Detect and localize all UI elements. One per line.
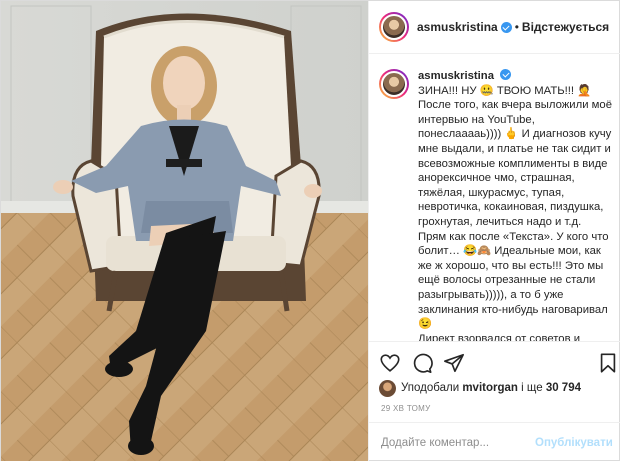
caption-body: asmuskristina ЗИНА!!! НУ 🤐 ТВОЮ МАТЬ!!! … [418,69,612,341]
caption-avatar[interactable] [379,69,409,99]
author-avatar[interactable] [379,12,409,42]
comment-input[interactable] [381,436,535,449]
publish-comment-button[interactable]: Опублікувати [535,437,613,449]
likes-suffix: і ще [521,382,543,394]
author-username[interactable]: asmuskristina [417,20,498,34]
likes-prefix: Уподобали [401,382,460,394]
liker-username[interactable]: mvitorgan [462,382,518,394]
liker-avatar[interactable] [379,379,396,397]
post-dialog: asmuskristina • Відстежується asmuskrist… [0,0,620,461]
likes-summary: Уподобали mvitorgan і ще 30 794 [379,379,581,397]
caption-verified-icon [500,69,512,80]
likes-count[interactable]: 30 794 [546,382,581,394]
post-header: asmuskristina • Відстежується [369,1,620,54]
verified-badge-icon [500,21,512,33]
caption-text: ЗИНА!!! НУ 🤐 ТВОЮ МАТЬ!!! 🤦 После того, … [418,84,612,341]
comment-icon[interactable] [411,352,433,374]
photo-image [1,1,368,461]
caption-area: asmuskristina ЗИНА!!! НУ 🤐 ТВОЮ МАТЬ!!! … [369,55,620,341]
follow-status-button[interactable]: Відстежується [522,20,609,34]
share-icon[interactable] [443,352,465,374]
post-photo[interactable] [1,1,368,461]
action-bar [369,341,620,381]
post-timestamp[interactable]: 29 хв тому [381,404,431,413]
post-side-panel: asmuskristina • Відстежується asmuskrist… [368,1,620,461]
caption-username[interactable]: asmuskristina [418,70,494,82]
header-separator: • [514,20,519,34]
heart-icon[interactable] [379,352,401,374]
comment-bar: Опублікувати [369,422,620,461]
bookmark-icon[interactable] [597,352,619,374]
